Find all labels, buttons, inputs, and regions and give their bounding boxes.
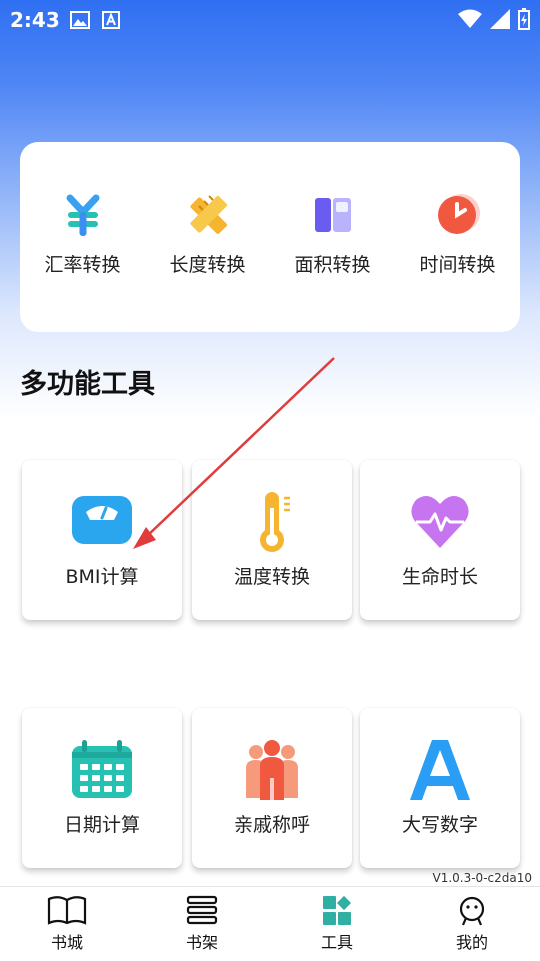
currency-converter-label: 汇率转换 [44,254,121,276]
heartbeat-icon [408,490,472,554]
tab-profile[interactable]: 我的 [432,895,512,953]
temperature-converter-label: 温度转换 [233,566,310,588]
converter-card: 汇率转换 长度转换 面积转换 时间转换 [20,142,520,332]
scale-icon [70,490,134,554]
signal-icon [490,9,510,34]
date-calculator-label: 日期计算 [63,814,140,836]
bmi-calculator-label: BMI计算 [65,566,139,588]
clock-icon [435,192,481,238]
version-label: V1.0.3-0-c2da10 [432,871,532,885]
tab-tools[interactable]: 工具 [297,895,377,953]
tools-icon [317,895,357,927]
letter-a-icon [408,738,472,802]
battery-icon [518,8,530,35]
tab-profile-label: 我的 [455,933,488,952]
status-time: 2:43 [10,8,60,32]
tab-bookshelf-label: 书架 [185,933,218,952]
bottom-tab-bar: 书城 书架 工具 我的 [0,886,540,961]
life-duration-label: 生命时长 [401,566,478,588]
tab-bookstore-label: 书城 [50,933,83,952]
bmi-calculator-card[interactable]: BMI计算 [22,460,182,620]
section-title: 多功能工具 [20,369,155,400]
profile-icon [452,895,492,927]
tab-bookshelf[interactable]: 书架 [162,895,242,953]
area-icon [310,192,356,238]
capital-number-label: 大写数字 [401,814,478,836]
area-converter-button[interactable]: 面积转换 [270,192,395,277]
relative-title-card[interactable]: 亲戚称呼 [192,708,352,868]
life-duration-card[interactable]: 生命时长 [360,460,520,620]
date-calculator-card[interactable]: 日期计算 [22,708,182,868]
currency-converter-button[interactable]: 汇率转换 [20,192,145,277]
length-converter-label: 长度转换 [169,254,246,276]
calendar-icon [70,738,134,802]
yen-icon [60,192,106,238]
time-converter-label: 时间转换 [419,254,496,276]
bookshelf-icon [182,895,222,927]
book-icon [47,895,87,927]
ruler-pencil-icon [185,192,231,238]
image-notification-icon [70,10,90,34]
font-notification-icon [102,10,120,34]
family-icon [240,738,304,802]
tab-tools-label: 工具 [320,933,353,952]
area-converter-label: 面积转换 [294,254,371,276]
capital-number-card[interactable]: 大写数字 [360,708,520,868]
status-bar: 2:43 [0,0,540,38]
length-converter-button[interactable]: 长度转换 [145,192,270,277]
time-converter-button[interactable]: 时间转换 [395,192,520,277]
wifi-icon [458,9,482,34]
relative-title-label: 亲戚称呼 [233,814,310,836]
temperature-converter-card[interactable]: 温度转换 [192,460,352,620]
thermometer-icon [240,490,304,554]
tab-bookstore[interactable]: 书城 [27,895,107,953]
